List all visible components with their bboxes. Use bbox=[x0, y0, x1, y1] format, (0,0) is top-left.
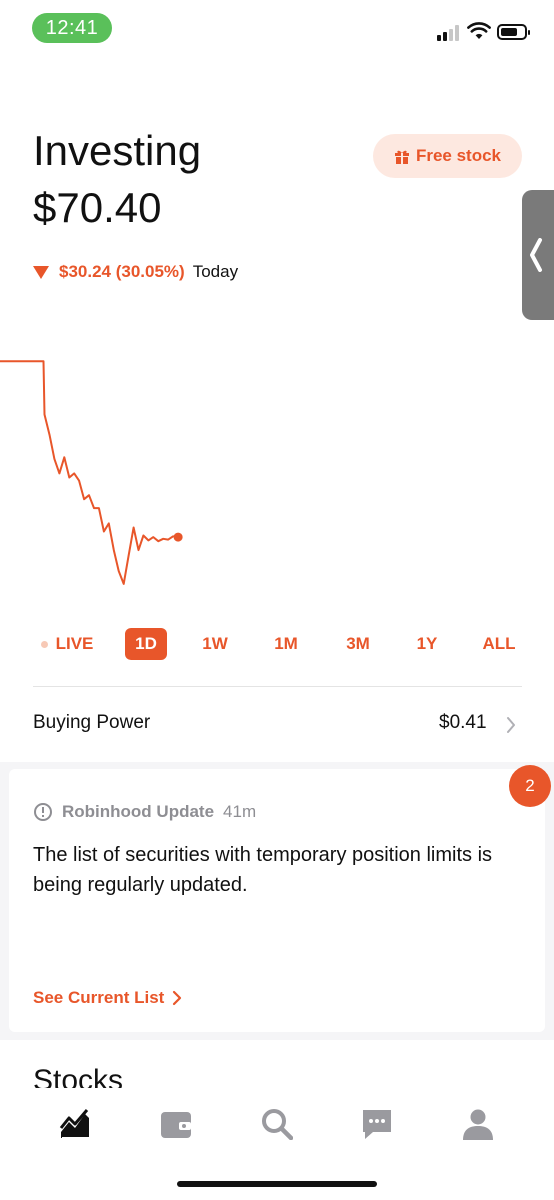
notification-badge: 2 bbox=[509, 765, 551, 807]
divider bbox=[33, 686, 522, 687]
chart-series-line bbox=[0, 360, 179, 585]
down-arrow-icon bbox=[33, 265, 49, 279]
gift-icon bbox=[394, 150, 409, 164]
chevron-left-icon bbox=[530, 238, 542, 272]
wallet-icon[interactable] bbox=[160, 1108, 192, 1140]
side-drawer-handle[interactable] bbox=[522, 190, 554, 320]
wifi-icon bbox=[467, 22, 491, 39]
free-stock-label: Free stock bbox=[415, 146, 502, 165]
portfolio-balance: $70.40 bbox=[33, 184, 162, 231]
chevron-right-icon bbox=[173, 990, 182, 1006]
live-dot-icon bbox=[40, 640, 48, 648]
update-header: Robinhood Update 41m bbox=[33, 802, 256, 822]
range-label: 1M bbox=[274, 634, 298, 653]
range-live[interactable]: LIVE bbox=[32, 628, 102, 660]
range-1m[interactable]: 1M bbox=[265, 628, 307, 660]
range-label: LIVE bbox=[55, 634, 94, 653]
change-period: Today bbox=[192, 262, 239, 281]
link-label: See Current List bbox=[33, 988, 165, 1007]
free-stock-button[interactable]: Free stock bbox=[373, 134, 522, 178]
update-source: Robinhood Update bbox=[62, 802, 215, 821]
range-label: 1D bbox=[135, 634, 157, 653]
update-message: The list of securities with temporary po… bbox=[33, 844, 493, 896]
range-label: ALL bbox=[482, 634, 516, 653]
chevron-right-icon[interactable] bbox=[505, 716, 517, 734]
chart-icon[interactable] bbox=[59, 1108, 91, 1140]
daily-change: $30.24 (30.05%) Today bbox=[33, 262, 238, 282]
buying-power-value[interactable]: $0.41 bbox=[439, 712, 487, 734]
range-1w[interactable]: 1W bbox=[194, 628, 236, 660]
chat-icon[interactable] bbox=[361, 1108, 393, 1140]
home-indicator bbox=[177, 1181, 377, 1187]
chart-current-point bbox=[173, 532, 183, 542]
range-all[interactable]: ALL bbox=[477, 628, 521, 660]
info-icon bbox=[34, 803, 52, 821]
status-bar: 12:41 bbox=[0, 0, 554, 56]
see-current-list-link[interactable]: See Current List bbox=[33, 988, 182, 1008]
range-1d[interactable]: 1D bbox=[125, 628, 167, 660]
update-time: 41m bbox=[223, 802, 257, 821]
range-label: 1W bbox=[202, 634, 228, 653]
portfolio-chart[interactable] bbox=[0, 330, 554, 610]
cellular-signal-icon bbox=[437, 25, 463, 41]
range-label: 3M bbox=[346, 634, 370, 653]
search-icon[interactable] bbox=[261, 1108, 293, 1140]
page-title: Investing bbox=[33, 127, 202, 174]
change-amount: $30.24 (30.05%) bbox=[59, 262, 185, 281]
time-range-selector: LIVE 1D 1W 1M 3M 1Y ALL bbox=[0, 628, 554, 660]
buying-power-label[interactable]: Buying Power bbox=[33, 712, 150, 734]
range-1y[interactable]: 1Y bbox=[406, 628, 448, 660]
status-time: 12:41 bbox=[32, 13, 112, 43]
range-3m[interactable]: 3M bbox=[337, 628, 379, 660]
range-label: 1Y bbox=[416, 634, 438, 653]
profile-icon[interactable] bbox=[462, 1108, 494, 1140]
battery-icon bbox=[497, 24, 530, 40]
stocks-section-title: Stocks bbox=[33, 1064, 124, 1088]
